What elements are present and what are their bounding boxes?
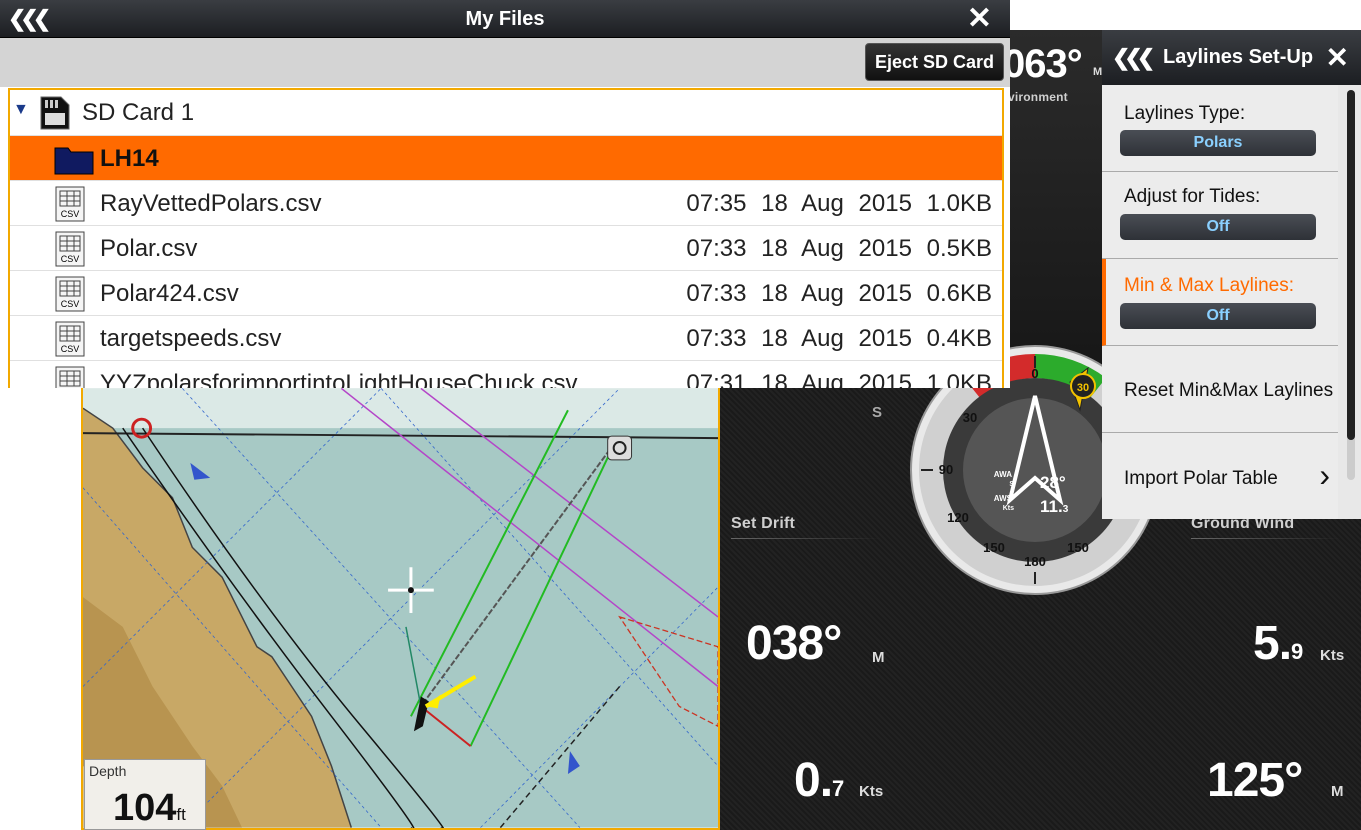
laylines-setup-panel: ❮❮❮ Laylines Set-Up ✕ Laylines Type: Pol… — [1102, 30, 1361, 519]
file-row[interactable]: CSV Polar424.csv 07:33 18 Aug 2015 0.6KB — [10, 271, 1002, 316]
back-icon[interactable]: ❮❮❮ — [8, 8, 51, 30]
ground-wind-speed-unit: Kts — [1320, 647, 1345, 664]
close-icon[interactable]: ✕ — [967, 0, 992, 38]
sd-card-row[interactable]: ▼ SD Card 1 — [10, 90, 1002, 136]
file-meta: 07:35 18 Aug 2015 1.0KB — [686, 190, 992, 217]
drift-unit: Kts — [859, 783, 884, 800]
files-toolbar: Eject SD Card — [0, 38, 1010, 87]
ground-wind-direction-unit: M — [1331, 783, 1344, 800]
chevron-right-icon: › — [1319, 457, 1330, 493]
min-max-laylines-item[interactable]: Min & Max Laylines: Off — [1102, 259, 1338, 346]
divider — [1191, 538, 1341, 539]
svg-text:CSV: CSV — [61, 344, 80, 354]
import-polar-table-label: Import Polar Table — [1124, 468, 1278, 489]
file-meta: 07:33 18 Aug 2015 0.4KB — [686, 325, 992, 352]
laylines-scrollbar[interactable] — [1347, 90, 1355, 480]
ground-wind-direction: 125° — [1207, 754, 1303, 807]
files-title-bar: ❮❮❮ My Files ✕ — [0, 0, 1010, 38]
import-polar-table-item[interactable]: Import Polar Table › — [1102, 433, 1338, 519]
csv-file-icon: CSV — [55, 276, 85, 312]
dial-label-30-marker: 30 — [1077, 382, 1089, 394]
csv-file-icon: CSV — [55, 231, 85, 267]
set-value: 038° — [746, 617, 842, 670]
laylines-title: Laylines Set-Up — [1163, 46, 1314, 68]
depth-label: Depth — [89, 763, 127, 779]
drift-value: 0.7 — [794, 754, 844, 807]
close-icon[interactable]: ✕ — [1326, 30, 1349, 85]
sd-card-name: SD Card 1 — [82, 99, 195, 126]
file-name: Polar.csv — [100, 235, 198, 262]
set-drift-label: Set Drift — [731, 515, 796, 532]
eject-sd-card-button[interactable]: Eject SD Card — [864, 43, 1004, 81]
ground-wind-speed: 5.9 — [1253, 617, 1303, 670]
csv-file-icon: CSV — [55, 366, 85, 388]
awa-sub: S — [1009, 481, 1014, 488]
csv-file-icon: CSV — [55, 186, 85, 222]
aws-sub: Kts — [1003, 505, 1014, 512]
dial-label-150-right: 150 — [1067, 540, 1089, 555]
laylines-type-item[interactable]: Laylines Type: Polars — [1102, 85, 1338, 172]
dial-label-0: 0 — [1031, 366, 1038, 381]
file-meta: 07:33 18 Aug 2015 0.5KB — [686, 235, 992, 262]
min-max-laylines-label: Min & Max Laylines: — [1124, 275, 1295, 296]
reset-min-max-item[interactable]: Reset Min&Max Laylines — [1102, 346, 1338, 433]
dial-label-180: 180 — [1024, 554, 1046, 569]
laylines-type-label: Laylines Type: — [1124, 103, 1246, 124]
folder-name: LH14 — [100, 145, 159, 172]
files-title: My Files — [465, 8, 545, 30]
csv-file-icon: CSV — [55, 321, 85, 357]
depth-readout: Depth 104ft — [84, 759, 206, 830]
waypoint-icon[interactable] — [607, 435, 633, 461]
depth-value: 104ft — [113, 787, 186, 829]
file-name: targetspeeds.csv — [100, 325, 282, 352]
adjust-tides-toggle[interactable]: Off — [1120, 214, 1316, 240]
file-list: ▼ SD Card 1 LH14 CSV RayVettedPolars.csv… — [8, 88, 1004, 388]
dial-label-90: 90 — [939, 462, 953, 477]
awa-label: AWA — [994, 470, 1012, 479]
file-row[interactable]: CSV Polar.csv 07:33 18 Aug 2015 0.5KB — [10, 226, 1002, 271]
aws-label: AWS — [994, 494, 1013, 503]
svg-text:CSV: CSV — [61, 209, 80, 219]
dial-label-120: 120 — [947, 510, 969, 525]
laylines-type-value[interactable]: Polars — [1120, 130, 1316, 156]
adjust-tides-label: Adjust for Tides: — [1124, 186, 1261, 207]
reset-min-max-label: Reset Min&Max Laylines — [1124, 380, 1334, 401]
file-meta: 07:31 18 Aug 2015 1.0KB — [686, 370, 992, 388]
scrollbar-thumb[interactable] — [1347, 90, 1355, 440]
adjust-tides-item[interactable]: Adjust for Tides: Off — [1102, 172, 1338, 259]
file-row[interactable]: CSV YYZpolarsforimportintoLightHouseChuc… — [10, 361, 1002, 388]
min-max-laylines-toggle[interactable]: Off — [1120, 303, 1316, 329]
dial-label-150: 150 — [983, 540, 1005, 555]
laylines-title-bar: ❮❮❮ Laylines Set-Up ✕ — [1102, 30, 1361, 85]
heading-readout: 063° — [1003, 42, 1083, 86]
folder-row-selected[interactable]: LH14 — [10, 136, 1002, 181]
sd-card-icon — [40, 96, 70, 130]
dial-label-30: 30 — [963, 410, 977, 425]
awa-value: 28° — [1040, 473, 1066, 492]
file-name: Polar424.csv — [100, 280, 239, 307]
set-unit: M — [872, 649, 885, 666]
file-row[interactable]: CSV RayVettedPolars.csv 07:35 18 Aug 201… — [10, 181, 1002, 226]
file-name: YYZpolarsforimportintoLightHouseChuck.cs… — [100, 370, 578, 388]
divider — [731, 538, 881, 539]
my-files-window: ❮❮❮ My Files ✕ Eject SD Card ▼ SD Card 1… — [0, 0, 1010, 388]
back-icon[interactable]: ❮❮❮ — [1112, 47, 1155, 69]
file-meta: 07:33 18 Aug 2015 0.6KB — [686, 280, 992, 307]
heading-unit: M — [1093, 66, 1103, 78]
file-row[interactable]: CSV targetspeeds.csv 07:33 18 Aug 2015 0… — [10, 316, 1002, 361]
environment-label: vironment — [1008, 90, 1068, 104]
expand-triangle-icon[interactable]: ▼ — [13, 101, 29, 119]
svg-text:CSV: CSV — [61, 299, 80, 309]
folder-icon — [54, 147, 94, 175]
svg-text:CSV: CSV — [61, 254, 80, 264]
compass-s-label: S — [872, 404, 883, 421]
file-name: RayVettedPolars.csv — [100, 190, 322, 217]
